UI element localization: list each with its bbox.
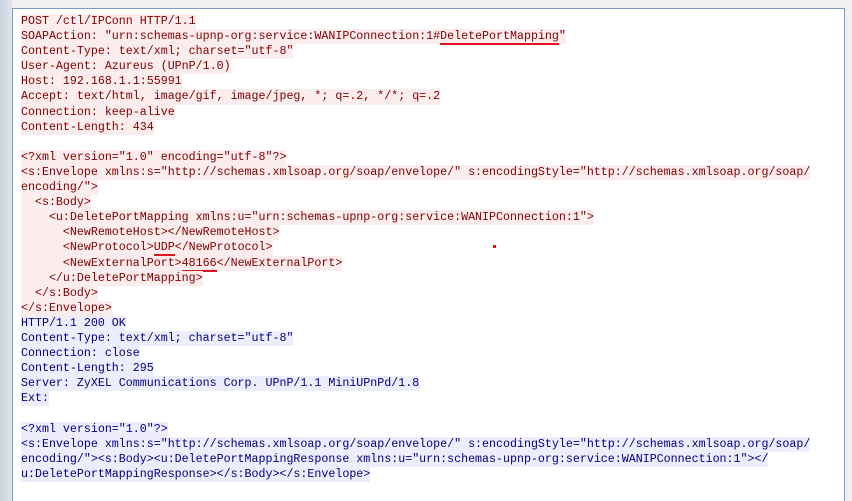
text-segment: <u:DeletePortMapping xmlns:u="urn:schema… xyxy=(21,211,594,225)
line-text: Connection: close xyxy=(21,346,140,362)
text-segment: Ext: xyxy=(21,392,49,406)
line-text: encoding/"><s:Body><u:DeletePortMappingR… xyxy=(21,451,769,467)
text-segment: u:DeletePortMappingResponse></s:Body></s… xyxy=(21,467,371,481)
client-line: Accept: text/html, image/gif, image/jpeg… xyxy=(21,89,810,105)
line-text: </s:Body> xyxy=(21,285,98,301)
client-line: encoding/"> xyxy=(21,180,810,196)
line-text: POST /ctl/IPConn HTTP/1.1 xyxy=(21,14,196,30)
text-segment: </NewProtocol> xyxy=(174,241,273,255)
line-text: <s:Envelope xmlns:s="http://schemas.xmls… xyxy=(21,436,811,452)
text-segment: </s:Envelope> xyxy=(21,301,112,315)
line-text: Host: 192.168.1.1:55991 xyxy=(21,74,182,90)
client-line: SOAPAction: "urn:schemas-upnp-org:servic… xyxy=(21,29,810,46)
text-segment: <?xml version="1.0" encoding="utf-8"?> xyxy=(21,150,287,164)
server-line: <s:Envelope xmlns:s="http://schemas.xmls… xyxy=(21,436,811,452)
text-segment: Content-Type: text/xml; charset="utf-8" xyxy=(21,45,294,59)
client-line: </s:Body> xyxy=(21,285,810,301)
text-segment: </NewExternalPort> xyxy=(216,256,343,270)
client-line: <NewRemoteHost></NewRemoteHost> xyxy=(21,225,810,241)
server-line: u:DeletePortMappingResponse></s:Body></s… xyxy=(21,466,810,482)
text-segment: <s:Envelope xmlns:s="http://schemas.xmls… xyxy=(21,165,811,179)
client-line: <NewExternalPort>48166</NewExternalPort> xyxy=(21,255,810,272)
server-line: Server: ZyXEL Communications Corp. UPnP/… xyxy=(21,376,810,392)
client-line: <?xml version="1.0" encoding="utf-8"?> xyxy=(21,149,810,165)
server-line: Connection: close xyxy=(21,346,810,362)
client-line: Connection: keep-alive xyxy=(21,104,810,120)
line-text: <NewProtocol>UDP</NewProtocol> xyxy=(21,240,273,257)
highlighted-text: DeletePortMapping xyxy=(440,30,559,46)
text-segment: </u:DeletePortMapping> xyxy=(21,271,203,285)
stream-text: POST /ctl/IPConn HTTP/1.1 SOAPAction: "ur… xyxy=(21,14,811,482)
line-text: Accept: text/html, image/gif, image/jpeg… xyxy=(21,89,441,105)
text-segment: Accept: text/html, image/gif, image/jpeg… xyxy=(21,90,441,104)
client-line: </s:Envelope> xyxy=(21,300,810,316)
text-segment: HTTP/1.1 200 OK xyxy=(21,316,126,330)
text-segment: Content-Length: 295 xyxy=(21,362,154,376)
line-text: HTTP/1.1 200 OK xyxy=(21,315,126,331)
text-segment: <s:Envelope xmlns:s="http://schemas.xmls… xyxy=(21,437,811,451)
line-text: User-Agent: Azureus (UPnP/1.0) xyxy=(21,59,231,75)
line-text: SOAPAction: "urn:schemas-upnp-org:servic… xyxy=(21,29,566,46)
line-text: encoding/"> xyxy=(21,180,98,196)
text-segment: Server: ZyXEL Communications Corp. UPnP/… xyxy=(21,377,420,391)
line-text: </u:DeletePortMapping> xyxy=(21,270,203,286)
line-text: u:DeletePortMappingResponse></s:Body></s… xyxy=(21,466,371,482)
text-segment: Content-Length: 434 xyxy=(21,120,154,134)
line-text: <?xml version="1.0" encoding="utf-8"?> xyxy=(21,149,287,165)
line-text: <NewRemoteHost></NewRemoteHost> xyxy=(21,225,280,241)
highlighted-text: 48166 xyxy=(181,256,217,272)
line-text: Connection: keep-alive xyxy=(21,104,175,120)
highlighted-text: UDP xyxy=(153,241,175,257)
line-text: Content-Length: 434 xyxy=(21,119,154,135)
text-segment: <?xml version="1.0"?> xyxy=(21,422,168,436)
annotation-dot xyxy=(493,245,496,248)
line-text: <u:DeletePortMapping xmlns:u="urn:schema… xyxy=(21,210,594,226)
line-text: Content-Type: text/xml; charset="utf-8" xyxy=(21,330,294,347)
text-segment: <NewProtocol> xyxy=(21,241,154,255)
server-line: encoding/"><s:Body><u:DeletePortMappingR… xyxy=(21,451,810,467)
client-line: <NewProtocol>UDP</NewProtocol> xyxy=(21,240,810,257)
server-line: Content-Length: 295 xyxy=(21,361,810,377)
client-line: <s:Body> xyxy=(21,195,810,211)
client-line: POST /ctl/IPConn HTTP/1.1 xyxy=(21,14,810,30)
line-text: Content-Length: 295 xyxy=(21,361,154,377)
text-segment: Connection: close xyxy=(21,347,140,361)
server-line: <?xml version="1.0"?> xyxy=(21,421,810,437)
text-segment: </s:Body> xyxy=(21,286,98,300)
client-line: Host: 192.168.1.1:55991 xyxy=(21,74,810,90)
client-line: </u:DeletePortMapping> xyxy=(21,270,810,286)
text-segment: encoding/"><s:Body><u:DeletePortMappingR… xyxy=(21,452,769,466)
text-segment: Content-Type: text/xml; charset="utf-8" xyxy=(21,331,294,345)
stream-content-view[interactable]: POST /ctl/IPConn HTTP/1.1 SOAPAction: "ur… xyxy=(12,8,845,501)
text-segment: <NewExternalPort> xyxy=(21,256,182,270)
line-text: </s:Envelope> xyxy=(21,300,112,316)
line-text: <?xml version="1.0"?> xyxy=(21,421,168,437)
server-line: Content-Type: text/xml; charset="utf-8" xyxy=(21,330,810,347)
server-line: Ext: xyxy=(21,391,810,407)
text-segment: <NewRemoteHost></NewRemoteHost> xyxy=(21,226,280,240)
line-text: Ext: xyxy=(21,391,49,407)
text-segment: <s:Body> xyxy=(21,196,91,210)
client-line: Content-Length: 434 xyxy=(21,119,810,135)
client-line: User-Agent: Azureus (UPnP/1.0) xyxy=(21,59,810,75)
text-segment: encoding/"> xyxy=(21,181,98,195)
window-frame xyxy=(0,0,12,501)
client-line: <s:Envelope xmlns:s="http://schemas.xmls… xyxy=(21,164,811,181)
line-text: Server: ZyXEL Communications Corp. UPnP/… xyxy=(21,376,420,392)
client-line: Content-Type: text/xml; charset="utf-8" xyxy=(21,44,810,60)
text-segment: Host: 192.168.1.1:55991 xyxy=(21,75,182,89)
client-line: <u:DeletePortMapping xmlns:u="urn:schema… xyxy=(21,210,810,226)
line-text: <s:Envelope xmlns:s="http://schemas.xmls… xyxy=(21,164,811,181)
text-segment: " xyxy=(558,30,566,44)
line-text: <NewExternalPort>48166</NewExternalPort> xyxy=(21,255,343,272)
server-line: HTTP/1.1 200 OK xyxy=(21,315,810,331)
text-segment: Connection: keep-alive xyxy=(21,105,175,119)
text-segment: User-Agent: Azureus (UPnP/1.0) xyxy=(21,60,231,74)
line-text: Content-Type: text/xml; charset="utf-8" xyxy=(21,44,294,60)
text-segment: POST /ctl/IPConn HTTP/1.1 xyxy=(21,15,196,28)
line-text: <s:Body> xyxy=(21,195,91,211)
text-segment: SOAPAction: "urn:schemas-upnp-org:servic… xyxy=(21,30,441,44)
